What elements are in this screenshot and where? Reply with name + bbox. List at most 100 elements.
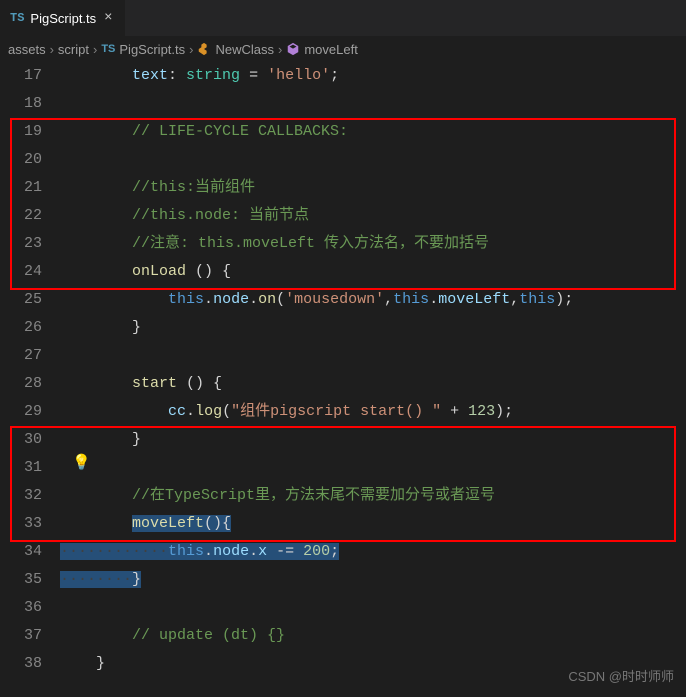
code-token: ); xyxy=(495,403,513,420)
code-token: ; xyxy=(330,543,339,560)
breadcrumb-item-file[interactable]: TS PigScript.ts xyxy=(101,42,185,57)
code-token: log xyxy=(195,403,222,420)
code-line[interactable]: ········} xyxy=(60,566,686,594)
line-number: 20 xyxy=(0,146,42,174)
code-token: + xyxy=(441,403,468,420)
code-line[interactable]: //在TypeScript里，方法末尾不需要加分号或者逗号 xyxy=(60,482,686,510)
line-number-gutter: 1718192021222324252627282930313233343536… xyxy=(0,62,60,678)
method-icon xyxy=(286,42,300,56)
code-token: : xyxy=(168,67,186,84)
close-icon[interactable]: × xyxy=(102,10,114,26)
line-number: 23 xyxy=(0,230,42,258)
code-line[interactable]: moveLeft(){ xyxy=(60,510,686,538)
code-token: ( xyxy=(222,403,231,420)
code-token: } xyxy=(132,431,141,448)
code-line[interactable]: // LIFE-CYCLE CALLBACKS: xyxy=(60,118,686,146)
line-number: 19 xyxy=(0,118,42,146)
code-token: node xyxy=(213,543,249,560)
code-line[interactable]: //this:当前组件 xyxy=(60,174,686,202)
code-token: , xyxy=(510,291,519,308)
line-number: 33 xyxy=(0,510,42,538)
code-line[interactable]: // update (dt) {} xyxy=(60,622,686,650)
code-token: //在TypeScript里，方法末尾不需要加分号或者逗号 xyxy=(132,487,495,504)
code-token xyxy=(60,67,132,84)
line-number: 21 xyxy=(0,174,42,202)
breadcrumb-item-method[interactable]: moveLeft xyxy=(286,42,357,57)
code-editor[interactable]: 1718192021222324252627282930313233343536… xyxy=(0,62,686,678)
code-token: ; xyxy=(330,67,339,84)
code-token: // LIFE-CYCLE CALLBACKS: xyxy=(132,123,348,140)
code-token: //注意: this.moveLeft 传入方法名，不要加括号 xyxy=(132,235,489,252)
code-line[interactable]: text: string = 'hello'; xyxy=(60,62,686,90)
code-token: . xyxy=(186,403,195,420)
code-token: . xyxy=(249,543,258,560)
code-line[interactable] xyxy=(60,342,686,370)
line-number: 28 xyxy=(0,370,42,398)
code-token: this xyxy=(393,291,429,308)
code-line[interactable]: onLoad () { xyxy=(60,258,686,286)
code-token: x xyxy=(258,543,267,560)
line-number: 29 xyxy=(0,398,42,426)
code-line[interactable] xyxy=(60,594,686,622)
code-token: ········ xyxy=(60,571,132,588)
code-token: = xyxy=(240,67,267,84)
code-token: . xyxy=(204,543,213,560)
code-token: (){ xyxy=(204,515,231,532)
code-token: onLoad xyxy=(132,263,186,280)
code-line[interactable]: this.node.on('mousedown',this.moveLeft,t… xyxy=(60,286,686,314)
breadcrumb-item-assets[interactable]: assets xyxy=(8,42,46,57)
line-number: 32 xyxy=(0,482,42,510)
code-token: "组件pigscript start() " xyxy=(231,403,441,420)
code-token xyxy=(60,375,132,392)
code-token: 123 xyxy=(468,403,495,420)
chevron-right-icon: › xyxy=(93,42,97,57)
code-token: text xyxy=(132,67,168,84)
code-token: } xyxy=(132,319,141,336)
code-token xyxy=(60,487,132,504)
code-line[interactable]: cc.log("组件pigscript start() " + 123); xyxy=(60,398,686,426)
code-line[interactable]: ············this.node.x -= 200; xyxy=(60,538,686,566)
chevron-right-icon: › xyxy=(50,42,54,57)
editor-tab[interactable]: TS PigScript.ts × xyxy=(0,0,126,36)
code-token: node xyxy=(213,291,249,308)
breadcrumb-item-class[interactable]: NewClass xyxy=(197,42,274,57)
code-token xyxy=(60,263,132,280)
typescript-icon: TS xyxy=(10,11,24,25)
line-number: 37 xyxy=(0,622,42,650)
line-number: 36 xyxy=(0,594,42,622)
breadcrumb-method-label: moveLeft xyxy=(304,42,357,57)
code-line[interactable]: start () { xyxy=(60,370,686,398)
code-token xyxy=(60,403,168,420)
code-token: start xyxy=(132,375,177,392)
code-token: moveLeft xyxy=(438,291,510,308)
breadcrumb-item-script[interactable]: script xyxy=(58,42,89,57)
code-token: . xyxy=(429,291,438,308)
code-token xyxy=(60,179,132,196)
code-line[interactable]: //注意: this.moveLeft 传入方法名，不要加括号 xyxy=(60,230,686,258)
code-token xyxy=(60,627,132,644)
lightbulb-icon[interactable]: 💡 xyxy=(72,453,91,472)
code-line[interactable] xyxy=(60,454,686,482)
code-line[interactable]: } xyxy=(60,314,686,342)
code-token: } xyxy=(132,571,141,588)
code-token: // update (dt) {} xyxy=(132,627,285,644)
line-number: 17 xyxy=(0,62,42,90)
breadcrumb-class-label: NewClass xyxy=(215,42,274,57)
line-number: 27 xyxy=(0,342,42,370)
tab-bar: TS PigScript.ts × xyxy=(0,0,686,36)
code-token xyxy=(60,515,132,532)
code-token: () { xyxy=(177,375,222,392)
code-token: on xyxy=(258,291,276,308)
code-line[interactable]: //this.node: 当前节点 xyxy=(60,202,686,230)
code-token: } xyxy=(96,655,105,672)
code-line[interactable] xyxy=(60,90,686,118)
code-area[interactable]: text: string = 'hello'; // LIFE-CYCLE CA… xyxy=(60,62,686,678)
code-token xyxy=(60,431,132,448)
breadcrumb-file-label: PigScript.ts xyxy=(119,42,185,57)
code-token xyxy=(60,291,168,308)
code-line[interactable] xyxy=(60,146,686,174)
code-line[interactable]: } xyxy=(60,426,686,454)
watermark-text: CSDN @时时师师 xyxy=(568,666,674,685)
typescript-icon: TS xyxy=(101,43,115,55)
line-number: 30 xyxy=(0,426,42,454)
